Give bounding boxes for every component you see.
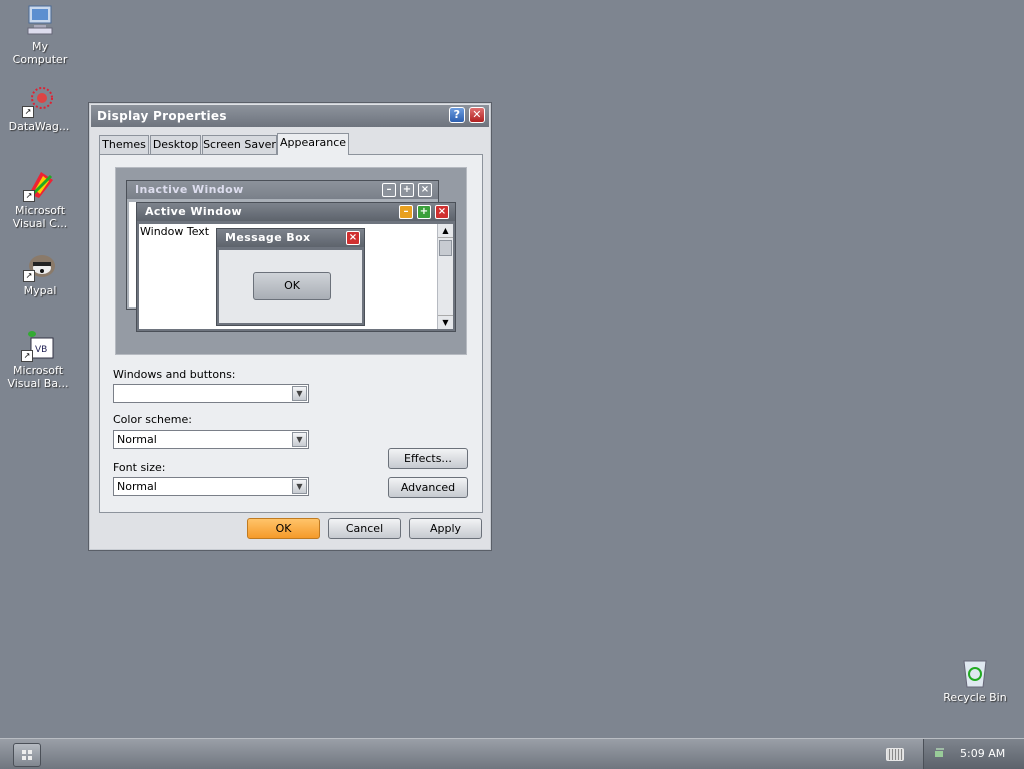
network-icon[interactable] (934, 747, 946, 759)
recycle-bin-icon (958, 655, 992, 689)
shortcut-arrow-icon: ↗ (23, 270, 35, 282)
appearance-panel: Inactive Window – + × Active Window – + … (99, 154, 483, 513)
tab-desktop[interactable]: Desktop (150, 135, 201, 154)
windows-and-buttons-select[interactable]: ▼ (113, 384, 309, 403)
scroll-up-icon: ▲ (438, 224, 453, 238)
mypal-icon: ↗ (23, 248, 57, 282)
font-size-value: Normal (117, 480, 157, 493)
preview-message-box-title: Message Box (217, 229, 364, 247)
preview-ok-button: OK (253, 272, 331, 300)
preview-message-box: Message Box × OK (216, 228, 365, 326)
close-icon: × (435, 205, 449, 219)
close-icon: × (418, 183, 432, 197)
window-titlebar[interactable]: Display Properties ? ✕ (91, 105, 489, 127)
desktop-icon-my-computer[interactable]: My Computer (2, 4, 78, 66)
font-size-select[interactable]: Normal ▼ (113, 477, 309, 496)
color-scheme-value: Normal (117, 433, 157, 446)
visual-c-icon: ↗ (23, 168, 57, 202)
desktop-icon-label: Visual Ba... (7, 377, 69, 390)
tab-screen-saver[interactable]: Screen Saver (202, 135, 277, 154)
tab-themes[interactable]: Themes (99, 135, 149, 154)
close-button[interactable]: ✕ (469, 107, 485, 123)
appearance-preview: Inactive Window – + × Active Window – + … (115, 167, 467, 355)
tab-appearance[interactable]: Appearance (277, 133, 349, 155)
effects-button[interactable]: Effects... (388, 448, 468, 469)
apply-button[interactable]: Apply (409, 518, 482, 539)
system-tray: 5:09 AM (923, 739, 1024, 769)
preview-message-box-body: OK (219, 250, 362, 323)
visual-basic-icon: VB ↗ (21, 328, 55, 362)
keyboard-icon[interactable] (886, 748, 904, 761)
desktop-icon-recycle-bin[interactable]: Recycle Bin (937, 655, 1013, 704)
color-scheme-select[interactable]: Normal ▼ (113, 430, 309, 449)
help-button[interactable]: ? (449, 107, 465, 123)
desktop-icon-label: Microsoft (14, 204, 66, 217)
minimize-icon: – (382, 183, 396, 197)
start-button[interactable] (13, 743, 41, 767)
shortcut-arrow-icon: ↗ (23, 190, 35, 202)
chevron-down-icon[interactable]: ▼ (292, 432, 307, 447)
display-properties-window: Display Properties ? ✕ Themes Desktop Sc… (88, 102, 492, 551)
desktop-icon-visual-basic[interactable]: VB ↗ Microsoft Visual Ba... (0, 328, 76, 390)
close-icon: × (346, 231, 360, 245)
desktop-icon-label: DataWag... (8, 120, 70, 133)
clock[interactable]: 5:09 AM (960, 739, 1005, 769)
svg-text:VB: VB (35, 345, 47, 355)
window-title: Display Properties (97, 109, 227, 123)
desktop-icon-datawag[interactable]: ↗ DataWag... (1, 84, 77, 133)
taskbar: 5:09 AM (0, 738, 1024, 769)
minimize-icon: – (399, 205, 413, 219)
scroll-thumb (439, 240, 452, 256)
desktop-icon-label: Visual C... (12, 217, 68, 230)
maximize-icon: + (400, 183, 414, 197)
desktop-icon-visual-c[interactable]: ↗ Microsoft Visual C... (2, 168, 78, 230)
desktop-icon-label: My (31, 40, 48, 53)
desktop-icon-label: Mypal (23, 284, 57, 297)
desktop-icon-label: Recycle Bin (943, 691, 1007, 704)
preview-window-text: Window Text (140, 225, 210, 238)
shortcut-arrow-icon: ↗ (21, 350, 33, 362)
desktop-icon-label: Microsoft (12, 364, 64, 377)
advanced-button[interactable]: Advanced (388, 477, 468, 498)
chevron-down-icon[interactable]: ▼ (292, 386, 307, 401)
preview-scrollbar: ▲ ▼ (437, 224, 453, 329)
desktop-icon-mypal[interactable]: ↗ Mypal (2, 248, 78, 297)
maximize-icon: + (417, 205, 431, 219)
shortcut-arrow-icon: ↗ (22, 106, 34, 118)
font-size-label: Font size: (113, 461, 166, 474)
datawag-icon: ↗ (22, 84, 56, 118)
desktop-icon-label: Computer (12, 53, 68, 66)
ok-button[interactable]: OK (247, 518, 320, 539)
start-grid-icon (22, 750, 32, 760)
windows-and-buttons-label: Windows and buttons: (113, 368, 236, 381)
color-scheme-label: Color scheme: (113, 413, 192, 426)
cancel-button[interactable]: Cancel (328, 518, 401, 539)
scroll-down-icon: ▼ (438, 315, 453, 329)
chevron-down-icon[interactable]: ▼ (292, 479, 307, 494)
my-computer-icon (23, 4, 57, 38)
